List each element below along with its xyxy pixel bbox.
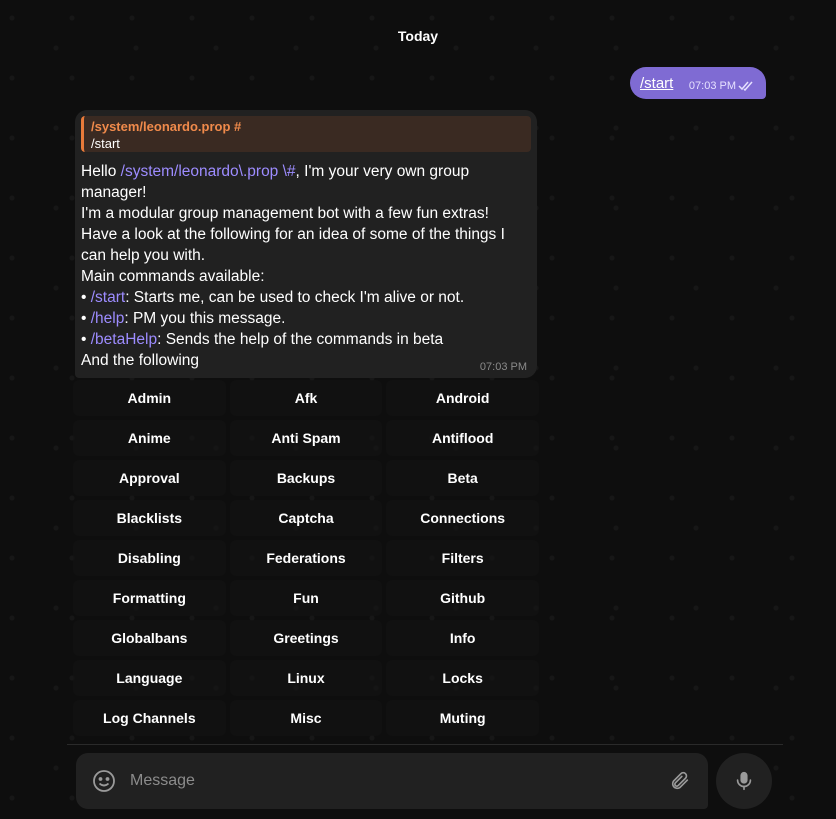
command-start-line: • /start: Starts me, can be used to chec… — [81, 289, 465, 306]
outgoing-message-meta: 07:03 PM — [689, 80, 756, 92]
command-help-link[interactable]: /help — [91, 310, 125, 327]
keyboard-button-afk[interactable]: Afk — [229, 380, 383, 416]
command-help-desc: : PM you this message. — [124, 310, 286, 327]
message-input[interactable] — [128, 771, 668, 791]
keyboard-button-disabling[interactable]: Disabling — [73, 540, 226, 576]
outgoing-message-time: 07:03 PM — [688, 80, 736, 92]
following-line: And the following — [81, 352, 200, 369]
reply-sender: /system/leonardo.prop # — [91, 119, 242, 134]
date-separator: Today — [397, 28, 439, 44]
keyboard-button-log-channels[interactable]: Log Channels — [73, 700, 226, 736]
reply-preview[interactable]: /system/leonardo.prop # /start — [81, 116, 531, 152]
outgoing-message-text[interactable]: /start — [640, 75, 673, 92]
keyboard-button-approval[interactable]: Approval — [73, 460, 226, 496]
hello-text: Hello — [81, 163, 121, 180]
keyboard-button-blacklists[interactable]: Blacklists — [73, 500, 226, 536]
keyboard-button-anime[interactable]: Anime — [73, 420, 226, 456]
keyboard-button-greetings[interactable]: Greetings — [229, 620, 383, 656]
paperclip-icon[interactable] — [668, 769, 692, 793]
inline-keyboard: Admin Afk Android Anime Anti Spam Antiflood Ap… — [73, 380, 539, 736]
keyboard-button-info[interactable]: Info — [386, 620, 539, 656]
help-line: Have a look at the following for an idea… — [81, 226, 505, 264]
intro-line: I'm a modular group management bot with … — [81, 205, 489, 222]
keyboard-button-fun[interactable]: Fun — [229, 580, 383, 616]
keyboard-button-federations[interactable]: Federations — [229, 540, 383, 576]
microphone-icon — [736, 771, 752, 791]
keyboard-button-github[interactable]: Github — [386, 580, 539, 616]
keyboard-button-anti-spam[interactable]: Anti Spam — [229, 420, 383, 456]
keyboard-button-backups[interactable]: Backups — [229, 460, 383, 496]
keyboard-button-antiflood[interactable]: Antiflood — [386, 420, 539, 456]
keyboard-button-connections[interactable]: Connections — [386, 500, 539, 536]
keyboard-button-misc[interactable]: Misc — [229, 700, 383, 736]
emoji-icon[interactable] — [92, 769, 116, 793]
hello-line: Hello /system/leonardo\.prop \#, I'm you… — [81, 161, 531, 203]
command-start-desc: : Starts me, can be used to check I'm al… — [125, 289, 465, 306]
command-help-line: • /help: PM you this message. — [81, 310, 286, 327]
outgoing-message[interactable]: /start 07:03 PM — [630, 67, 766, 99]
keyboard-button-filters[interactable]: Filters — [386, 540, 539, 576]
incoming-message[interactable]: /system/leonardo.prop # /start Hello /sy… — [75, 110, 537, 378]
keyboard-button-muting[interactable]: Muting — [386, 700, 539, 736]
double-check-icon — [738, 81, 753, 91]
keyboard-button-linux[interactable]: Linux — [229, 660, 383, 696]
keyboard-button-formatting[interactable]: Formatting — [73, 580, 226, 616]
user-mention-link[interactable]: /system/leonardo\.prop \# — [121, 163, 296, 180]
composer-divider — [67, 744, 783, 745]
command-betahelp-link[interactable]: /betaHelp — [91, 331, 157, 348]
command-beta-line: • /betaHelp: Sends the help of the comma… — [81, 331, 444, 348]
keyboard-button-android[interactable]: Android — [386, 380, 539, 416]
microphone-button[interactable] — [716, 753, 772, 809]
keyboard-button-locks[interactable]: Locks — [386, 660, 539, 696]
command-start-link[interactable]: /start — [91, 289, 125, 306]
incoming-message-time: 07:03 PM — [479, 361, 527, 373]
keyboard-button-admin[interactable]: Admin — [73, 380, 226, 416]
keyboard-button-language[interactable]: Language — [73, 660, 226, 696]
message-composer — [76, 753, 708, 809]
reply-text: /start — [91, 136, 120, 151]
keyboard-button-beta[interactable]: Beta — [386, 460, 539, 496]
command-beta-desc: : Sends the help of the commands in beta — [157, 331, 444, 348]
keyboard-button-globalbans[interactable]: Globalbans — [73, 620, 226, 656]
message-body: Hello /system/leonardo\.prop \#, I'm you… — [81, 152, 531, 371]
keyboard-button-captcha[interactable]: Captcha — [229, 500, 383, 536]
commands-heading: Main commands available: — [81, 268, 265, 285]
